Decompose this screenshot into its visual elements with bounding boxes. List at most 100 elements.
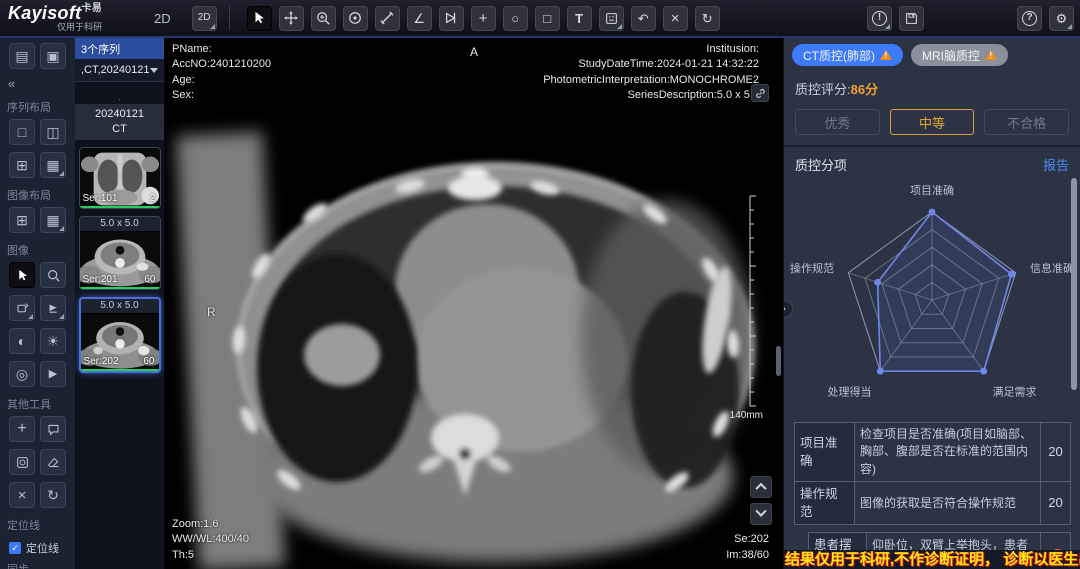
patient-name: PName: bbox=[172, 42, 271, 57]
cobb-angle-tool-button[interactable] bbox=[439, 6, 464, 31]
delete-tool-button[interactable]: × bbox=[9, 482, 35, 508]
layout-two-column-button[interactable]: ◫ bbox=[40, 119, 66, 145]
add-tool-button[interactable]: + bbox=[9, 416, 35, 442]
locator-line-label: 定位线 bbox=[26, 540, 59, 556]
patient-age: Age: bbox=[172, 73, 271, 88]
rectangle-tool-button[interactable]: □ bbox=[535, 6, 560, 31]
app-logo: Kayisoft卡易 仅用于科研 bbox=[8, 4, 102, 32]
grade-medium-button[interactable]: 中等 bbox=[890, 109, 975, 135]
pan-tool-button[interactable] bbox=[279, 6, 304, 31]
window-level-tool-button[interactable] bbox=[343, 6, 368, 31]
series-thumbnail-101[interactable]: Ser:101 2 bbox=[79, 147, 161, 209]
settings-button[interactable]: ⚙ bbox=[1049, 6, 1074, 31]
photometric-interpretation: PhotometricInterpretation:MONOCHROME2 bbox=[543, 73, 759, 88]
series-panel-toggle-button[interactable]: ▤ bbox=[9, 43, 35, 69]
text-tool-button[interactable]: T bbox=[567, 6, 592, 31]
image-cursor-button[interactable] bbox=[9, 262, 35, 288]
info-icon: ! bbox=[872, 11, 887, 26]
study-datetime: StudyDateTime:2024-01-21 14:32:22 bbox=[543, 57, 759, 72]
slice-thickness: Th:5 bbox=[172, 548, 249, 563]
orientation-marker-anterior: A bbox=[470, 44, 478, 61]
locator-line-checkbox-row[interactable]: ✓ 定位线 bbox=[0, 537, 75, 559]
cursor-tool-button[interactable] bbox=[247, 6, 272, 31]
svg-text:处理得当: 处理得当 bbox=[828, 384, 872, 398]
flip-rotate-button[interactable] bbox=[9, 295, 35, 321]
save-button[interactable] bbox=[899, 6, 924, 31]
zoom-tool-button[interactable] bbox=[311, 6, 336, 31]
annotation-panel-button[interactable] bbox=[599, 6, 624, 31]
thumbnail-image-count: 60 bbox=[144, 274, 155, 285]
qc-subsection-header: 质控分项 报告 bbox=[784, 147, 1080, 174]
report-link[interactable]: 报告 bbox=[1043, 155, 1069, 174]
accession-number: AccNO:2401210200 bbox=[172, 57, 271, 72]
reset-tool-button[interactable]: ↻ bbox=[40, 482, 66, 508]
next-slice-button[interactable] bbox=[750, 503, 772, 525]
previous-slice-button[interactable] bbox=[750, 476, 772, 498]
thumbnail-description: 5.0 x 5.0 bbox=[81, 299, 159, 313]
eraser-button[interactable] bbox=[40, 449, 66, 475]
tab-mri-brain-qc[interactable]: MRI脑质控 bbox=[911, 44, 1008, 66]
target-button[interactable]: ◎ bbox=[9, 361, 35, 387]
stamp-icon bbox=[16, 456, 29, 469]
stamp-button[interactable] bbox=[9, 449, 35, 475]
cine-flag-button[interactable] bbox=[40, 295, 66, 321]
cursor-icon bbox=[16, 269, 29, 282]
slice-scrollbar-thumb[interactable] bbox=[776, 346, 781, 376]
dicom-overlay-top-left: PName: AccNO:2401210200 Age: Sex: bbox=[172, 42, 271, 104]
qc-item-name: 项目准确 bbox=[795, 423, 855, 482]
cursor-icon bbox=[252, 11, 266, 25]
series-tree-dot: · bbox=[118, 98, 121, 102]
tab-ct-qc-label: CT质控(肺部) bbox=[803, 47, 875, 64]
invert-button[interactable]: ◐ bbox=[9, 328, 35, 354]
qc-panel: › CT质控(肺部) MRI脑质控 质控评分:86分 优秀 中等 不合格 质控分… bbox=[783, 38, 1080, 569]
layout-grid4-button[interactable]: ⊞ bbox=[9, 152, 35, 178]
comment-button[interactable] bbox=[40, 416, 66, 442]
svg-text:信息准确: 信息准确 bbox=[1030, 261, 1074, 275]
undo-button[interactable]: ↶ bbox=[631, 6, 656, 31]
layout-grid9-button[interactable]: ▦ bbox=[40, 152, 66, 178]
reset-button[interactable]: ↻ bbox=[695, 6, 720, 31]
study-dropdown[interactable]: ,CT,20240121 bbox=[75, 59, 164, 82]
layout-2d-button[interactable]: 2D bbox=[192, 6, 217, 31]
series-thumbnail-201[interactable]: 5.0 x 5.0 Ser:201 60 bbox=[79, 216, 161, 290]
patient-sex: Sex: bbox=[172, 88, 271, 103]
image-grid9-button[interactable]: ▦ bbox=[40, 207, 66, 233]
magnifier-icon bbox=[47, 269, 60, 282]
angle-tool-button[interactable]: ∠ bbox=[407, 6, 432, 31]
grade-fail-button[interactable]: 不合格 bbox=[984, 109, 1069, 135]
radar-chart-svg: 项目准确信息准确满足需求处理得当操作规范 bbox=[786, 178, 1078, 418]
image-magnify-button[interactable] bbox=[40, 262, 66, 288]
qc-grade-buttons: 优秀 中等 不合格 bbox=[784, 100, 1080, 147]
chevron-down-icon bbox=[150, 68, 158, 73]
tab-ct-qc-lung[interactable]: CT质控(肺部) bbox=[792, 44, 903, 66]
link-series-button[interactable] bbox=[751, 84, 769, 102]
qc-item-name: 操作规范 bbox=[795, 482, 855, 525]
image-viewport[interactable]: PName: AccNO:2401210200 Age: Sex: A Inst… bbox=[165, 38, 783, 569]
crosshair-tool-button[interactable]: + bbox=[471, 6, 496, 31]
ellipse-tool-button[interactable]: ○ bbox=[503, 6, 528, 31]
measure-tool-button[interactable] bbox=[375, 6, 400, 31]
series-count-header: 3个序列 bbox=[75, 38, 164, 59]
qc-score-label: 质控评分: bbox=[795, 82, 851, 97]
qc-scrollbar-thumb[interactable] bbox=[1071, 178, 1077, 390]
qc-score-row: 质控评分:86分 bbox=[784, 71, 1080, 100]
thumbnail-series-number: Ser:202 bbox=[84, 356, 119, 367]
help-button[interactable]: ? bbox=[1017, 6, 1042, 31]
play-button[interactable]: ▶ bbox=[40, 361, 66, 387]
series-thumbnail-202[interactable]: 5.0 x 5.0 Ser:202 60 bbox=[79, 297, 161, 373]
grade-excellent-button[interactable]: 优秀 bbox=[795, 109, 880, 135]
layout-single-button[interactable]: □ bbox=[9, 119, 35, 145]
image-grid4-button[interactable]: ⊞ bbox=[9, 207, 35, 233]
locator-line-checkbox[interactable]: ✓ bbox=[9, 542, 21, 554]
brightness-button[interactable]: ☀ bbox=[40, 328, 66, 354]
info-button[interactable]: ! bbox=[867, 6, 892, 31]
collapse-sidebar-button[interactable]: « bbox=[0, 76, 75, 97]
series-group-modality: CT bbox=[75, 122, 164, 137]
delete-annotation-button[interactable]: × bbox=[663, 6, 688, 31]
report-panel-button[interactable]: ▣ bbox=[40, 43, 66, 69]
ct-axial-image bbox=[165, 38, 783, 569]
pan-icon bbox=[284, 11, 298, 25]
qc-radar-chart: 项目准确信息准确满足需求处理得当操作规范 bbox=[784, 174, 1080, 420]
thumbnail-progress-bar bbox=[81, 369, 159, 371]
series-group-label[interactable]: 20240121 CT bbox=[75, 104, 164, 140]
